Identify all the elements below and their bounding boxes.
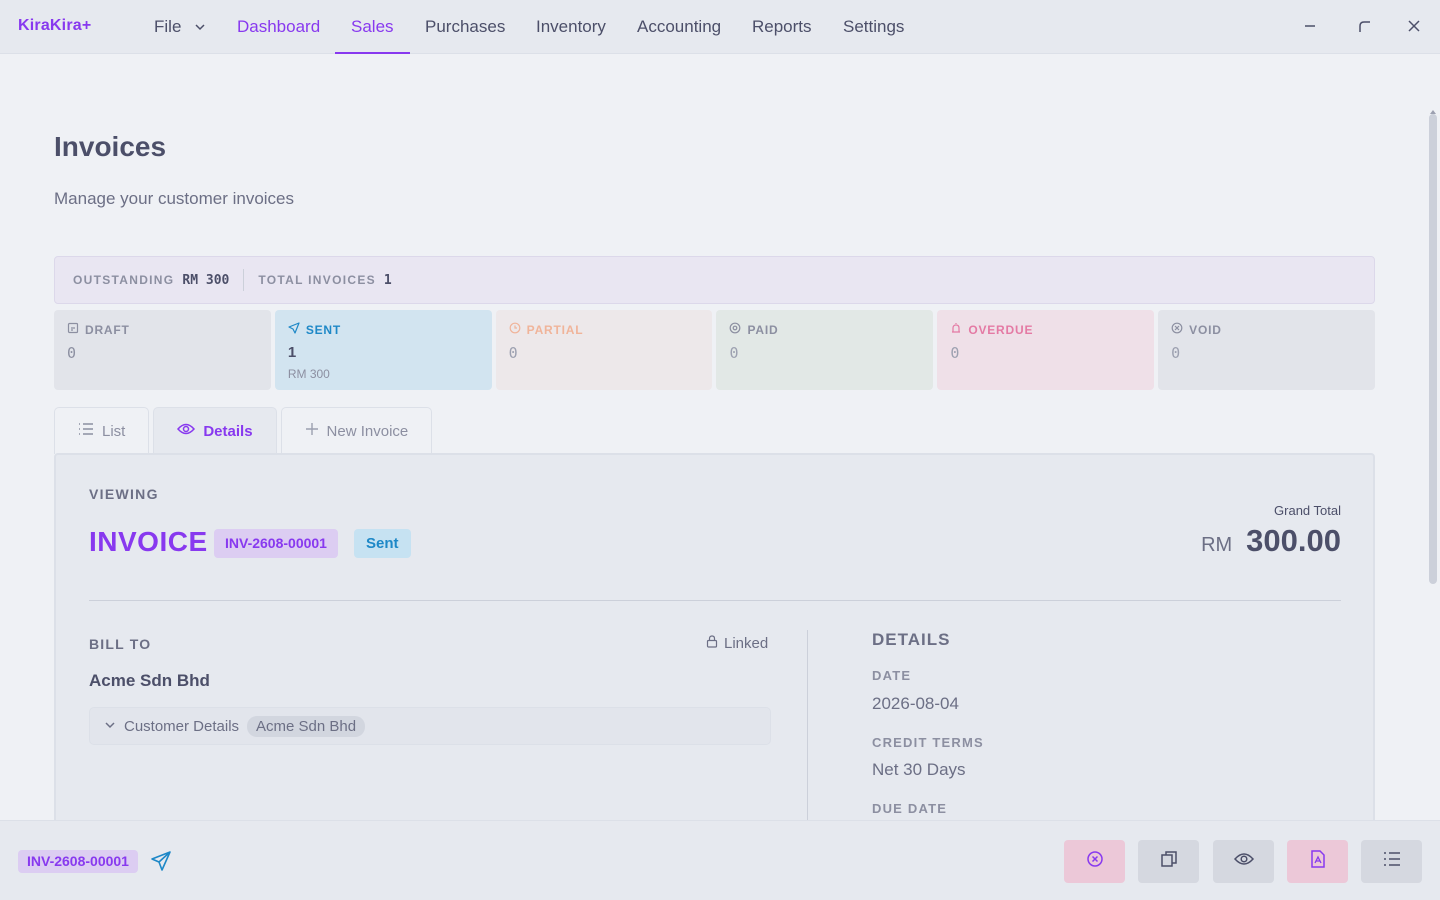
- status-card-void[interactable]: VOID 0: [1158, 310, 1375, 390]
- view-tabs: List Details New Invoice: [54, 407, 433, 454]
- close-icon[interactable]: [1402, 14, 1426, 38]
- grand-total-label: Grand Total: [1274, 503, 1341, 518]
- total-invoices-value: 1: [383, 272, 392, 288]
- list-icon: [1383, 851, 1401, 872]
- menu-purchases[interactable]: Purchases: [409, 0, 521, 54]
- app-brand: KiraKira+: [18, 17, 92, 34]
- minimize-icon[interactable]: [1298, 14, 1322, 38]
- status-card-partial[interactable]: PARTIAL 0: [495, 310, 713, 390]
- customer-chip: Acme Sdn Bhd: [247, 715, 366, 737]
- grand-total-amount: 300.00: [1246, 523, 1341, 558]
- credit-terms-value: Net 30 Days: [872, 760, 966, 779]
- draft-icon: [67, 322, 79, 337]
- header-divider: [89, 600, 1341, 601]
- customer-details-label: Customer Details: [124, 717, 240, 735]
- menu-settings[interactable]: Settings: [827, 0, 920, 54]
- partial-clock-icon: [509, 322, 521, 337]
- eye-icon: [1233, 851, 1254, 872]
- viewing-label: VIEWING: [89, 486, 159, 502]
- grand-total-currency: RM: [1201, 534, 1233, 556]
- duplicate-button[interactable]: [1138, 840, 1199, 883]
- scrollbar-thumb[interactable]: [1429, 114, 1437, 584]
- linked-indicator: Linked: [706, 635, 768, 652]
- outstanding-label: OUTSTANDING: [73, 273, 175, 287]
- status-card-draft[interactable]: DRAFT 0: [54, 310, 271, 390]
- export-pdf-button[interactable]: [1287, 840, 1348, 883]
- status-label: OVERDUE: [968, 322, 1034, 337]
- due-date-label: DUE DATE: [872, 801, 948, 816]
- summary-bar: OUTSTANDING RM 300 TOTAL INVOICES 1: [54, 256, 1375, 304]
- status-label: DRAFT: [85, 322, 130, 337]
- customer-details-toggle[interactable]: Customer Details Acme Sdn Bhd: [89, 707, 771, 745]
- void-x-icon: [1171, 322, 1183, 337]
- tab-details[interactable]: Details: [153, 407, 277, 454]
- void-x-icon: [1086, 850, 1104, 873]
- eye-icon: [177, 422, 196, 440]
- menu-accounting[interactable]: Accounting: [621, 0, 737, 54]
- status-card-sent[interactable]: SENT 1 RM 300: [274, 310, 492, 390]
- tab-new-invoice-label: New Invoice: [326, 422, 409, 440]
- chevron-down-icon: [194, 1, 206, 55]
- page-subtitle: Manage your customer invoices: [54, 189, 295, 208]
- menu-sales[interactable]: Sales: [335, 0, 410, 54]
- menu-file[interactable]: File: [138, 0, 222, 54]
- back-to-list-button[interactable]: [1361, 840, 1422, 883]
- tab-new-invoice[interactable]: New Invoice: [280, 407, 433, 454]
- list-icon: [78, 422, 94, 440]
- paid-check-icon: [729, 322, 741, 337]
- status-count: 0: [1171, 344, 1181, 362]
- footer-invoice-number: INV-2608-00001: [18, 850, 138, 873]
- void-button[interactable]: [1064, 840, 1125, 883]
- status-label: SENT: [305, 322, 342, 337]
- status-amount: RM 300: [287, 367, 330, 381]
- menu-inventory[interactable]: Inventory: [520, 0, 622, 54]
- linked-label: Linked: [724, 635, 769, 652]
- chevron-down-icon: [104, 718, 116, 735]
- grand-total: RM 300.00: [1201, 523, 1341, 559]
- invoice-number-badge: INV-2608-00001: [214, 529, 338, 558]
- restore-icon[interactable]: [1352, 14, 1376, 38]
- status-label: PAID: [747, 322, 779, 337]
- plus-icon: [305, 422, 319, 440]
- footer-bar: INV-2608-00001: [0, 820, 1440, 900]
- bill-to-label: BILL TO: [89, 636, 152, 652]
- details-heading: DETAILS: [872, 630, 951, 649]
- credit-terms-label: CREDIT TERMS: [872, 735, 984, 750]
- status-cards: DRAFT 0 SENT 1 RM 300 PARTIAL 0 PAID 0 O…: [54, 310, 1375, 390]
- status-count: 0: [508, 344, 518, 362]
- scrollbar[interactable]: [1426, 54, 1440, 820]
- menu-reports[interactable]: Reports: [736, 0, 828, 54]
- status-count: 0: [67, 344, 77, 362]
- status-label: VOID: [1189, 322, 1222, 337]
- status-count: 0: [950, 344, 960, 362]
- status-count: 1: [287, 344, 297, 361]
- status-badge: Sent: [354, 529, 411, 558]
- send-icon[interactable]: [150, 850, 172, 877]
- menu-dashboard[interactable]: Dashboard: [221, 0, 336, 54]
- date-label: DATE: [872, 668, 912, 683]
- top-bar: KiraKira+ File Dashboard Sales Purchases…: [0, 0, 1440, 54]
- status-label: PARTIAL: [526, 322, 584, 337]
- status-card-overdue[interactable]: OVERDUE 0: [937, 310, 1155, 390]
- send-icon: [288, 322, 300, 337]
- lock-icon: [706, 635, 718, 652]
- tab-list-label: List: [102, 422, 126, 440]
- invoice-detail-panel: VIEWING INVOICE INV-2608-00001 Sent Gran…: [54, 453, 1375, 890]
- pdf-file-icon: [1310, 850, 1326, 873]
- page-title: Invoices: [54, 131, 167, 162]
- summary-divider: [243, 269, 245, 291]
- customer-name: Acme Sdn Bhd: [89, 671, 210, 690]
- overdue-alarm-icon: [950, 322, 962, 337]
- outstanding-value: RM 300: [182, 272, 230, 288]
- tab-details-label: Details: [203, 422, 253, 440]
- invoice-title: INVOICE: [89, 526, 208, 557]
- menu-file-label: File: [154, 17, 182, 36]
- date-value: 2026-08-04: [872, 694, 959, 713]
- tab-list[interactable]: List: [54, 407, 150, 454]
- total-invoices-label: TOTAL INVOICES: [258, 273, 376, 287]
- copy-icon: [1160, 850, 1178, 873]
- status-card-paid[interactable]: PAID 0: [716, 310, 934, 390]
- status-count: 0: [729, 344, 739, 362]
- preview-button[interactable]: [1213, 840, 1274, 883]
